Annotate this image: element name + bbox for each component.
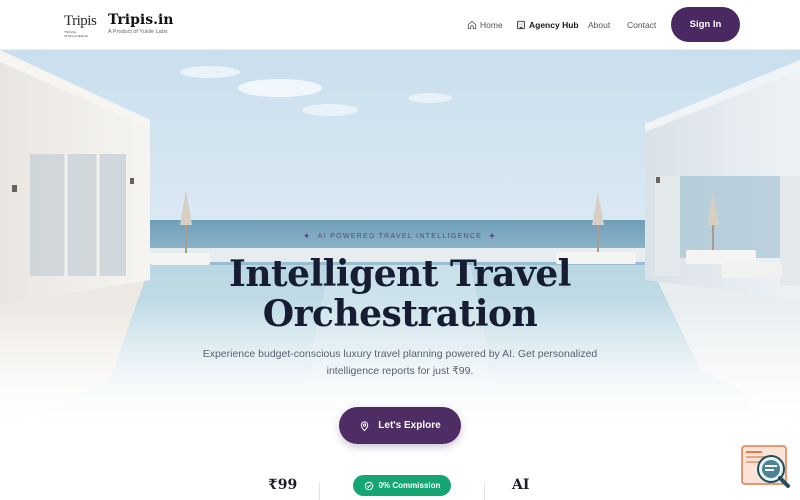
hero-title-line2: Orchestration (262, 293, 538, 335)
hero-subtitle: Experience budget-conscious luxury trave… (202, 348, 598, 377)
chat-assistant-icon (741, 445, 790, 488)
hero-section: ✦ AI POWERED TRAVEL INTELLIGENCE ✦ Intel… (0, 50, 800, 500)
nav-about[interactable]: About (588, 18, 610, 32)
logo-subtext: TRAVEL INTELLIGENCE (64, 30, 89, 38)
site-header: Tripis TRAVEL INTELLIGENCE Tripis.in A P… (0, 0, 800, 50)
stat-price: ₹99 (268, 477, 298, 493)
lets-explore-label: Let's Explore (378, 420, 441, 431)
hero-eyebrow-text: AI POWERED TRAVEL INTELLIGENCE (317, 233, 483, 240)
commission-badge: 0% Commission (353, 475, 451, 496)
nav-contact-label: Contact (627, 20, 657, 30)
stat-divider (319, 482, 320, 500)
check-circle-icon (364, 481, 373, 490)
hero-title: Intelligent Travel Orchestration (0, 254, 800, 334)
nav-agency-hub[interactable]: Agency Hub (516, 18, 579, 32)
brand-name: Tripis.in (108, 12, 174, 28)
sparkle-icon: ✦ (302, 231, 312, 241)
stat-divider (484, 482, 485, 500)
nav-about-label: About (588, 20, 611, 30)
brand-tagline: A Product of Yukile Labs (108, 29, 168, 35)
nav-agency-hub-label: Agency Hub (529, 20, 579, 30)
nav-home-label: Home (480, 20, 503, 30)
nav-contact[interactable]: Contact (627, 18, 656, 32)
home-icon (467, 20, 477, 30)
stat-ai: AI (512, 477, 530, 493)
brand[interactable]: Tripis.in A Product of Yukile Labs (108, 12, 174, 36)
commission-label: 0% Commission (378, 481, 441, 490)
sign-in-button[interactable]: Sign In (671, 7, 740, 42)
logo[interactable]: Tripis TRAVEL INTELLIGENCE (64, 13, 98, 39)
lets-explore-button[interactable]: Let's Explore (339, 407, 461, 444)
building-icon (517, 20, 525, 30)
location-pin-icon (361, 420, 369, 431)
chat-assistant-button[interactable] (741, 445, 791, 489)
sparkle-icon: ✦ (488, 231, 498, 241)
nav-home[interactable]: Home (467, 18, 503, 32)
logo-text: Tripis (64, 13, 97, 29)
hero-title-line1: Intelligent Travel (229, 253, 571, 295)
hero-eyebrow: ✦ AI POWERED TRAVEL INTELLIGENCE ✦ (0, 231, 800, 242)
